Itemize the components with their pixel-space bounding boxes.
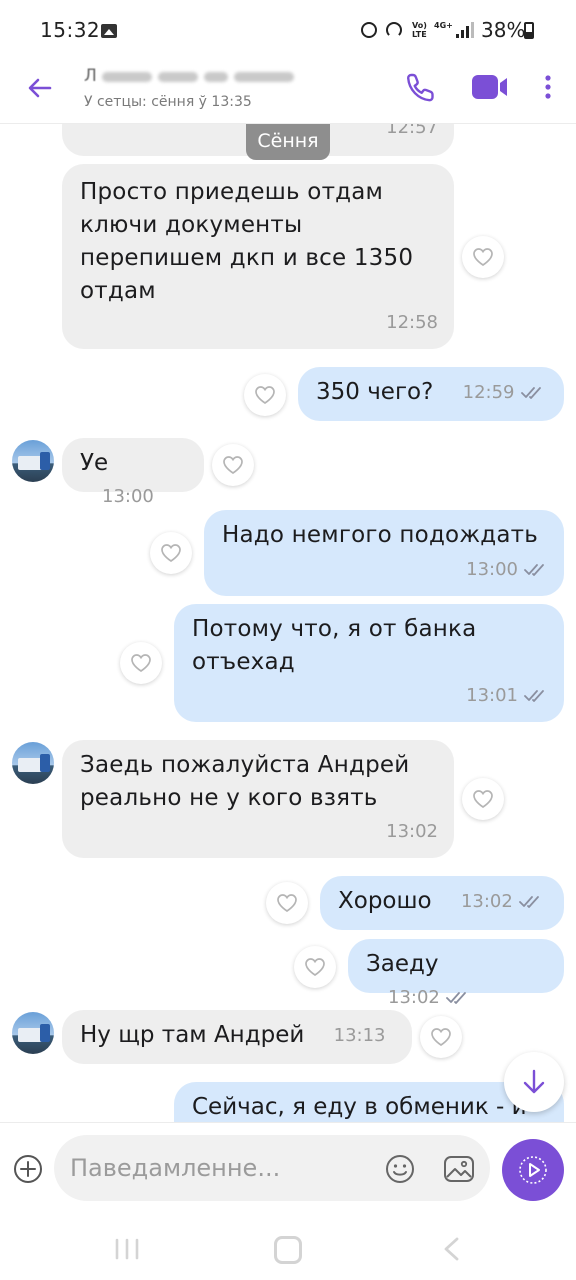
play-icon <box>519 1156 547 1184</box>
outgoing-message[interactable]: Заеду 13:02 <box>348 939 564 1008</box>
double-check-icon <box>524 563 544 576</box>
volte-label: Vo) LTE <box>412 21 427 39</box>
system-nav-bar <box>0 1216 576 1280</box>
incoming-message[interactable]: Ну щр там Андрей 13:13 <box>62 1010 412 1064</box>
message-time: 13:02 <box>461 885 543 918</box>
message-time: 13:02 <box>388 981 470 1014</box>
message-composer <box>0 1122 576 1216</box>
message-time-text: 13:01 <box>466 685 518 706</box>
message-time-text: 13:13 <box>333 1025 386 1046</box>
message-time-text: 13:00 <box>466 559 518 580</box>
gallery-notification-icon <box>101 24 117 38</box>
incoming-message[interactable]: Заедь пожалуйста Андрей реально не у ког… <box>62 740 454 858</box>
home-icon[interactable] <box>274 1236 302 1264</box>
message-time: 13:00 <box>102 480 154 513</box>
message-time: 12:59 <box>463 376 545 409</box>
network-type-label: 4G+ <box>434 21 453 30</box>
message-time-text: 12:57 <box>386 124 438 138</box>
message-text: 350 чего? <box>316 379 434 405</box>
signal-icon <box>456 22 474 38</box>
outgoing-message[interactable]: 350 чего? 12:59 <box>298 367 564 421</box>
heart-icon[interactable] <box>294 946 336 988</box>
heart-icon[interactable] <box>462 236 504 278</box>
recent-apps-icon[interactable] <box>114 1238 140 1260</box>
message-time-text: 13:02 <box>460 891 513 912</box>
message-input-container[interactable] <box>54 1135 490 1201</box>
double-check-icon <box>445 991 466 1004</box>
back-nav-icon[interactable] <box>440 1236 462 1262</box>
message-time-text: 13:02 <box>386 821 438 842</box>
outgoing-message[interactable]: Хорошо 13:02 <box>320 876 564 930</box>
message-time-text: 12:58 <box>386 312 438 333</box>
status-time: 15:32 <box>40 18 101 42</box>
message-time-text: 13:02 <box>388 987 440 1008</box>
double-check-icon <box>520 386 541 399</box>
message-text: Просто приедешь отдам ключи документы пе… <box>80 179 421 304</box>
alarm-icon <box>361 22 377 38</box>
message-text: Заеду <box>366 951 439 977</box>
outgoing-message[interactable]: Надо немгого подождать 13:00 <box>204 510 564 596</box>
message-time: 13:13 <box>334 1019 386 1052</box>
smiley-icon[interactable] <box>384 1153 416 1185</box>
arrow-left-icon[interactable] <box>24 72 56 104</box>
last-seen-status: У сетцы: сёння ў 13:35 <box>84 94 252 110</box>
battery-icon <box>524 22 534 39</box>
image-icon[interactable] <box>442 1153 476 1185</box>
message-text: Надо немгого подождать <box>222 522 538 548</box>
message-text: Хорошо <box>338 888 432 914</box>
plus-circle-icon[interactable] <box>12 1153 44 1185</box>
arrow-down-icon <box>523 1069 545 1094</box>
scroll-to-bottom-button[interactable] <box>504 1052 564 1112</box>
chat-header: Л У сетцы: сёння ў 13:35 <box>0 58 576 124</box>
message-time: 12:57 <box>386 124 438 144</box>
contact-name-text: Л <box>84 66 97 86</box>
message-time-text: 13:00 <box>102 486 154 507</box>
heart-icon[interactable] <box>150 532 192 574</box>
phone-icon[interactable] <box>404 70 438 104</box>
date-separator: Сёння <box>246 124 330 160</box>
more-vertical-icon[interactable] <box>536 72 560 102</box>
avatar[interactable] <box>12 1012 54 1054</box>
message-time: 13:02 <box>386 815 438 848</box>
message-input[interactable] <box>70 1148 370 1188</box>
heart-icon[interactable] <box>212 444 254 486</box>
battery-percent: 38% <box>481 18 526 42</box>
message-time-text: 12:59 <box>462 382 515 403</box>
message-text: Уе <box>80 450 109 476</box>
outgoing-message[interactable]: Потому что, я от банка отъехад 13:01 <box>174 604 564 722</box>
message-time: 13:00 <box>466 553 548 586</box>
heart-icon[interactable] <box>420 1016 462 1058</box>
message-text: Ну щр там Андрей <box>80 1022 305 1048</box>
send-button[interactable] <box>502 1139 564 1201</box>
message-list[interactable]: 12:57 Сёння Просто приедешь отдам ключи … <box>0 124 576 1122</box>
heart-icon[interactable] <box>462 778 504 820</box>
message-text: Сейчас, я еду в обменик - и <box>192 1094 527 1120</box>
avatar[interactable] <box>12 742 54 784</box>
message-time: 13:01 <box>466 679 548 712</box>
double-check-icon <box>524 689 544 702</box>
message-text: Потому что, я от банка отъехад <box>192 616 484 675</box>
heart-icon[interactable] <box>120 642 162 684</box>
incoming-message[interactable]: Уе 13:00 <box>62 438 204 507</box>
contact-name[interactable]: Л <box>84 66 334 86</box>
video-camera-icon[interactable] <box>470 72 510 102</box>
double-check-icon <box>518 895 539 908</box>
message-text: Заедь пожалуйста Андрей реально не у ког… <box>80 752 417 811</box>
heart-icon[interactable] <box>266 882 308 924</box>
incoming-message[interactable]: Просто приедешь отдам ключи документы пе… <box>62 164 454 349</box>
status-bar: 15:32 Vo) LTE 4G+ 38% <box>0 0 576 60</box>
avatar[interactable] <box>12 440 54 482</box>
hotspot-icon <box>386 22 402 38</box>
heart-icon[interactable] <box>244 374 286 416</box>
message-time: 12:58 <box>386 306 438 339</box>
